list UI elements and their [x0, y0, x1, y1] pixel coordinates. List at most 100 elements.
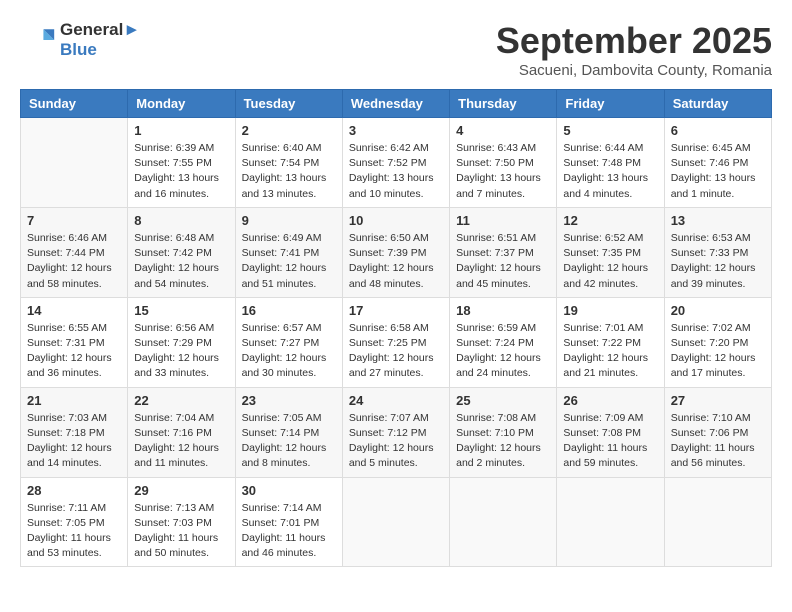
- calendar-cell: 26Sunrise: 7:09 AMSunset: 7:08 PMDayligh…: [557, 387, 664, 477]
- day-number: 27: [671, 393, 765, 408]
- day-info: Sunrise: 6:51 AMSunset: 7:37 PMDaylight:…: [456, 231, 550, 292]
- day-number: 4: [456, 123, 550, 138]
- day-number: 9: [242, 213, 336, 228]
- day-number: 19: [563, 303, 657, 318]
- day-info: Sunrise: 6:39 AMSunset: 7:55 PMDaylight:…: [134, 141, 228, 202]
- day-info: Sunrise: 6:44 AMSunset: 7:48 PMDaylight:…: [563, 141, 657, 202]
- calendar-cell: [557, 477, 664, 567]
- sunset-text: Sunset: 7:20 PM: [671, 336, 765, 351]
- sunrise-text: Sunrise: 7:08 AM: [456, 411, 550, 426]
- daylight-text: Daylight: 12 hours and 51 minutes.: [242, 261, 336, 291]
- calendar-cell: 27 Sunrise: 7:10 AMSunset: 7:06 PMDayligh…: [664, 387, 771, 477]
- sunset-text: Sunset: 7:50 PM: [456, 156, 550, 171]
- day-number: 25: [456, 393, 550, 408]
- day-info: Sunrise: 7:05 AMSunset: 7:14 PMDaylight:…: [242, 411, 336, 472]
- calendar-cell: 22Sunrise: 7:04 AMSunset: 7:16 PMDayligh…: [128, 387, 235, 477]
- day-number: 18: [456, 303, 550, 318]
- day-info: Sunrise: 6:53 AMSunset: 7:33 PMDaylight:…: [671, 231, 765, 292]
- day-number: 29: [134, 483, 228, 498]
- sunrise-text: Sunrise: 6:42 AM: [349, 141, 443, 156]
- sunrise-text: Sunrise: 6:51 AM: [456, 231, 550, 246]
- day-number: 1: [134, 123, 228, 138]
- daylight-text: Daylight: 12 hours and 14 minutes.: [27, 441, 121, 471]
- sunrise-text: Sunrise: 7:07 AM: [349, 411, 443, 426]
- day-info: Sunrise: 6:56 AMSunset: 7:29 PMDaylight:…: [134, 321, 228, 382]
- sunset-text: Sunset: 7:08 PM: [563, 426, 657, 441]
- sunrise-text: Sunrise: 6:48 AM: [134, 231, 228, 246]
- sunrise-text: Sunrise: 7:01 AM: [563, 321, 657, 336]
- calendar-cell: 8Sunrise: 6:48 AMSunset: 7:42 PMDaylight…: [128, 207, 235, 297]
- day-number: 26: [563, 393, 657, 408]
- calendar-cell: 3Sunrise: 6:42 AMSunset: 7:52 PMDaylight…: [342, 118, 449, 208]
- daylight-text: Daylight: 12 hours and 42 minutes.: [563, 261, 657, 291]
- sunrise-text: Sunrise: 7:03 AM: [27, 411, 121, 426]
- col-header-friday: Friday: [557, 90, 664, 118]
- calendar-week-row: 14Sunrise: 6:55 AMSunset: 7:31 PMDayligh…: [21, 297, 772, 387]
- logo-icon: [20, 22, 56, 58]
- col-header-monday: Monday: [128, 90, 235, 118]
- day-info: Sunrise: 6:50 AMSunset: 7:39 PMDaylight:…: [349, 231, 443, 292]
- daylight-text: Daylight: 12 hours and 17 minutes.: [671, 351, 765, 381]
- sunrise-text: Sunrise: 6:46 AM: [27, 231, 121, 246]
- calendar-cell: 13Sunrise: 6:53 AMSunset: 7:33 PMDayligh…: [664, 207, 771, 297]
- day-number: 2: [242, 123, 336, 138]
- sunrise-text: Sunrise: 6:43 AM: [456, 141, 550, 156]
- day-info: Sunrise: 7:11 AMSunset: 7:05 PMDaylight:…: [27, 501, 121, 562]
- sunset-text: Sunset: 7:06 PM: [671, 426, 765, 441]
- calendar-cell: [664, 477, 771, 567]
- sunrise-text: Sunrise: 7:09 AM: [563, 411, 657, 426]
- calendar-cell: 9 Sunrise: 6:49 AMSunset: 7:41 PMDaylight…: [235, 207, 342, 297]
- day-info: Sunrise: 6:46 AMSunset: 7:44 PMDaylight:…: [27, 231, 121, 292]
- col-header-wednesday: Wednesday: [342, 90, 449, 118]
- calendar-cell: 11Sunrise: 6:51 AMSunset: 7:37 PMDayligh…: [450, 207, 557, 297]
- sunset-text: Sunset: 7:25 PM: [349, 336, 443, 351]
- daylight-text: Daylight: 11 hours and 50 minutes.: [134, 531, 228, 561]
- calendar-table: SundayMondayTuesdayWednesdayThursdayFrid…: [20, 89, 772, 567]
- sunset-text: Sunset: 7:33 PM: [671, 246, 765, 261]
- sunrise-text: Sunrise: 7:05 AM: [242, 411, 336, 426]
- daylight-text: Daylight: 12 hours and 30 minutes.: [242, 351, 336, 381]
- calendar-cell: 4 Sunrise: 6:43 AMSunset: 7:50 PMDaylight…: [450, 118, 557, 208]
- sunrise-text: Sunrise: 6:52 AM: [563, 231, 657, 246]
- day-number: 7: [27, 213, 121, 228]
- day-info: Sunrise: 6:49 AMSunset: 7:41 PMDaylight:…: [242, 231, 336, 292]
- daylight-text: Daylight: 12 hours and 27 minutes.: [349, 351, 443, 381]
- daylight-text: Daylight: 12 hours and 54 minutes.: [134, 261, 228, 291]
- day-number: 30: [242, 483, 336, 498]
- calendar-cell: 15Sunrise: 6:56 AMSunset: 7:29 PMDayligh…: [128, 297, 235, 387]
- daylight-text: Daylight: 11 hours and 56 minutes.: [671, 441, 765, 471]
- daylight-text: Daylight: 12 hours and 45 minutes.: [456, 261, 550, 291]
- day-info: Sunrise: 6:55 AMSunset: 7:31 PMDaylight:…: [27, 321, 121, 382]
- day-info: Sunrise: 6:43 AMSunset: 7:50 PMDaylight:…: [456, 141, 550, 202]
- sunset-text: Sunset: 7:54 PM: [242, 156, 336, 171]
- daylight-text: Daylight: 13 hours and 7 minutes.: [456, 171, 550, 201]
- sunset-text: Sunset: 7:48 PM: [563, 156, 657, 171]
- sunrise-text: Sunrise: 7:02 AM: [671, 321, 765, 336]
- logo: General► Blue: [20, 20, 140, 60]
- sunrise-text: Sunrise: 7:13 AM: [134, 501, 228, 516]
- day-info: Sunrise: 6:45 AMSunset: 7:46 PMDaylight:…: [671, 141, 765, 202]
- sunrise-text: Sunrise: 6:45 AM: [671, 141, 765, 156]
- calendar-cell: 20 Sunrise: 7:02 AMSunset: 7:20 PMDayligh…: [664, 297, 771, 387]
- daylight-text: Daylight: 12 hours and 33 minutes.: [134, 351, 228, 381]
- day-number: 20: [671, 303, 765, 318]
- day-number: 12: [563, 213, 657, 228]
- calendar-cell: 28 Sunrise: 7:11 AMSunset: 7:05 PMDayligh…: [21, 477, 128, 567]
- sunset-text: Sunset: 7:31 PM: [27, 336, 121, 351]
- sunset-text: Sunset: 7:03 PM: [134, 516, 228, 531]
- calendar-cell: 25Sunrise: 7:08 AMSunset: 7:10 PMDayligh…: [450, 387, 557, 477]
- daylight-text: Daylight: 12 hours and 8 minutes.: [242, 441, 336, 471]
- calendar-cell: 29 Sunrise: 7:13 AMSunset: 7:03 PMDayligh…: [128, 477, 235, 567]
- sunrise-text: Sunrise: 6:50 AM: [349, 231, 443, 246]
- sunset-text: Sunset: 7:46 PM: [671, 156, 765, 171]
- calendar-week-row: 7 Sunrise: 6:46 AMSunset: 7:44 PMDaylight…: [21, 207, 772, 297]
- daylight-text: Daylight: 12 hours and 36 minutes.: [27, 351, 121, 381]
- calendar-cell: 21Sunrise: 7:03 AMSunset: 7:18 PMDayligh…: [21, 387, 128, 477]
- day-info: Sunrise: 6:58 AMSunset: 7:25 PMDaylight:…: [349, 321, 443, 382]
- day-number: 28: [27, 483, 121, 498]
- calendar-cell: 23Sunrise: 7:05 AMSunset: 7:14 PMDayligh…: [235, 387, 342, 477]
- sunrise-text: Sunrise: 7:10 AM: [671, 411, 765, 426]
- day-number: 3: [349, 123, 443, 138]
- calendar-week-row: 1 Sunrise: 6:39 AMSunset: 7:55 PMDaylight…: [21, 118, 772, 208]
- sunrise-text: Sunrise: 7:04 AM: [134, 411, 228, 426]
